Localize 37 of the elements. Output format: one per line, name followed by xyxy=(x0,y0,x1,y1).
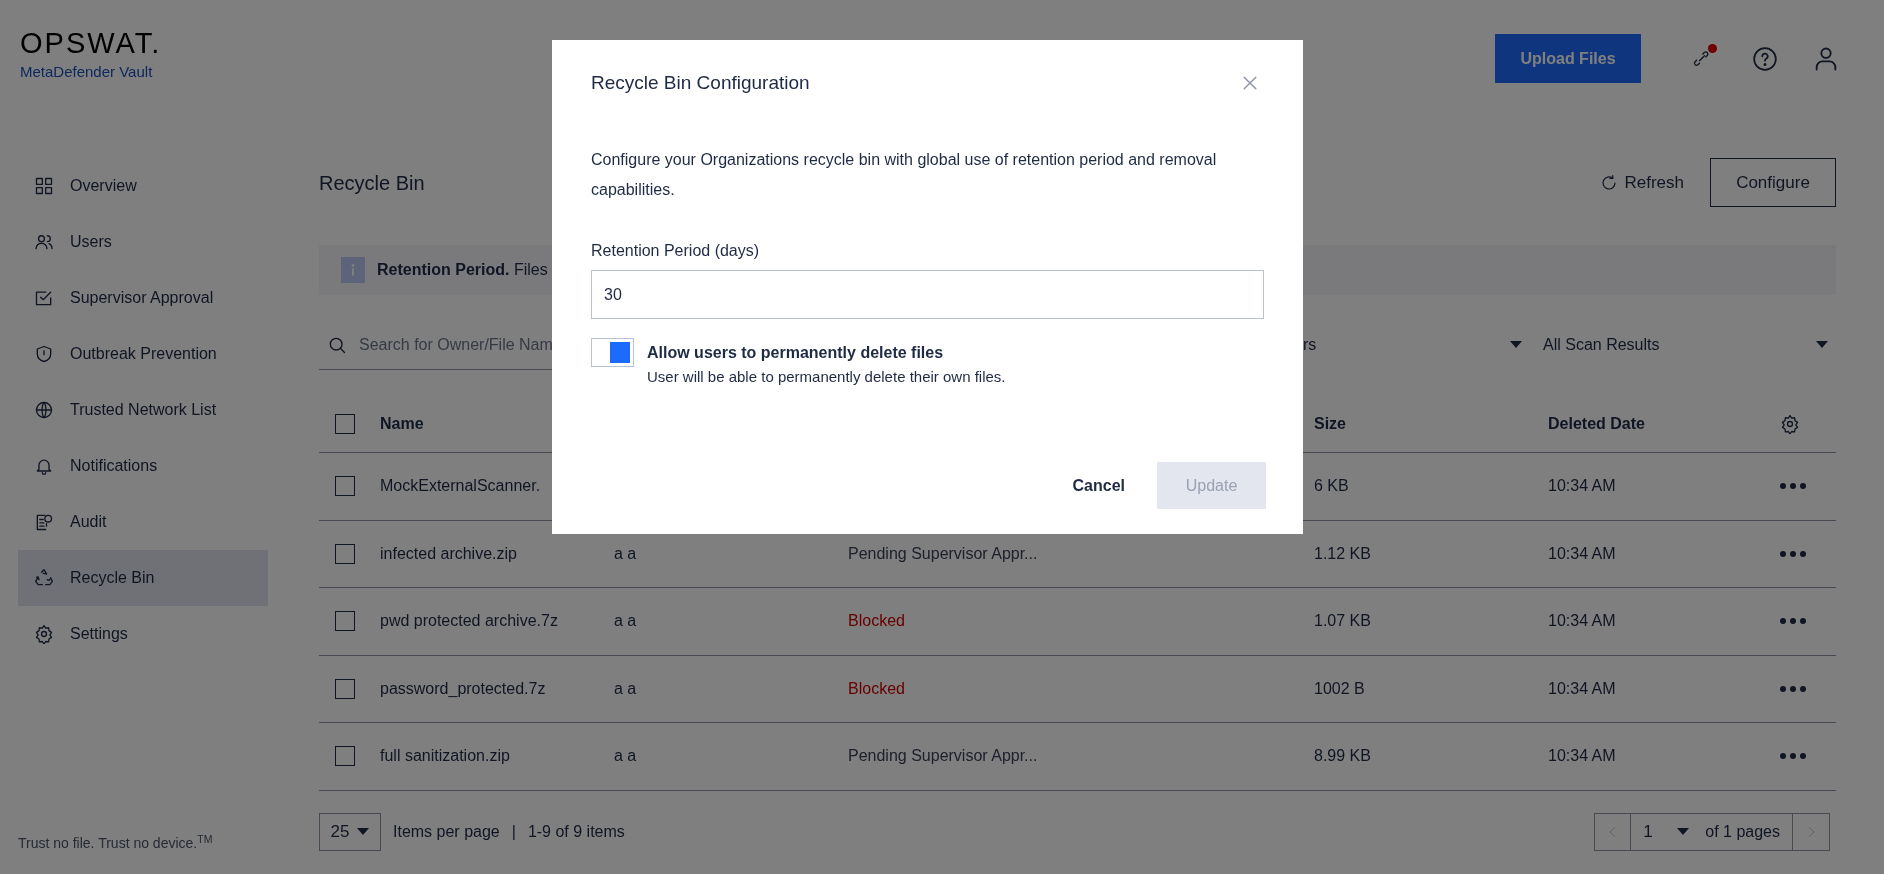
date-cell-text: 10:34 AM xyxy=(1548,543,1616,564)
file-name: password_protected.7z xyxy=(380,678,546,699)
size-cell-text: 8.99 KB xyxy=(1314,746,1371,767)
size-cell-text: 6 KB xyxy=(1314,476,1349,497)
items-per-page-label: Items per page xyxy=(393,821,500,842)
banner-text: Retention Period. Files xyxy=(377,260,548,280)
item-range: 1-9 of 9 items xyxy=(527,821,625,842)
file-name: full sanitization.zip xyxy=(380,746,510,767)
status-cell-text: Pending Supervisor Appr... xyxy=(848,746,1038,767)
status-cell-text: Blocked xyxy=(848,678,905,699)
status-cell-text: Pending Supervisor Appr... xyxy=(848,543,1038,564)
field-label: Retention Period (days) xyxy=(591,241,761,261)
size-cell-text: 1.07 KB xyxy=(1314,611,1371,632)
separator: | xyxy=(511,821,516,842)
file-name: MockExternalScanner. xyxy=(380,476,541,497)
tagline: Trust no file. Trust no device.$^{TM}$ xyxy=(18,833,214,853)
owner-cell-text: a a xyxy=(614,611,637,632)
file-name: infected archive.zip xyxy=(380,543,517,564)
page-title: Recycle Bin xyxy=(319,170,425,196)
owner-cell-text: a a xyxy=(614,543,637,564)
size-cell-text: 1002 B xyxy=(1314,678,1365,699)
owner-cell-text: a a xyxy=(614,746,637,767)
date-cell-text: 10:34 AM xyxy=(1548,611,1616,632)
file-name: pwd protected archive.7z xyxy=(380,611,558,632)
dialog-description: Configure your Organizations recycle bin with global use of retention period and removal capabilities. xyxy=(591,150,1218,200)
date-cell-text: 10:34 AM xyxy=(1548,476,1616,497)
product-name: MetaDefender Vault xyxy=(20,62,154,82)
toggle-hint: User will be able to permanently delete their own files. xyxy=(647,367,1006,387)
toggle-label: Allow users to permanently delete files xyxy=(647,343,945,363)
page-count: of 1 pages xyxy=(1701,813,1793,850)
date-cell-text: 10:34 AM xyxy=(1548,746,1616,767)
status-cell-text: Blocked xyxy=(848,611,905,632)
opswat-logo: OPSWAT. xyxy=(20,28,162,58)
date-cell-text: 10:34 AM xyxy=(1548,678,1616,699)
size-cell-text: 1.12 KB xyxy=(1314,543,1371,564)
dialog-title: Recycle Bin Configuration xyxy=(591,70,810,95)
owner-cell-text: a a xyxy=(614,678,637,699)
